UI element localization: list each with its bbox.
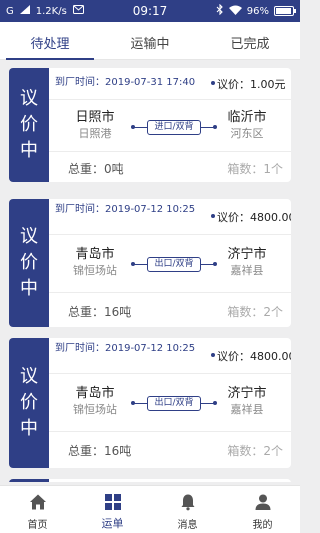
origin: 青岛市 锦恒场站 bbox=[55, 386, 135, 417]
user-icon bbox=[255, 494, 270, 510]
order-card[interactable]: 议价中 到厂时间：2019-07-12 10:25 议价：4800.00元 青岛… bbox=[9, 199, 291, 327]
tab-in-transit[interactable]: 运输中 bbox=[100, 22, 200, 59]
status-right: 96% bbox=[216, 3, 296, 18]
order-status: 议价中 bbox=[9, 338, 49, 468]
order-footer: 总重：16吨 箱数：2个 bbox=[49, 432, 291, 468]
order-footer: 总重：0吨 箱数：1个 bbox=[49, 152, 291, 182]
nav-profile[interactable]: 我的 bbox=[225, 486, 300, 533]
bottom-nav: 首页 运单 消息 我的 bbox=[0, 485, 300, 533]
home-icon bbox=[29, 494, 46, 510]
order-route: 日照市 日照港 进口/双背 临沂市 河东区 bbox=[49, 100, 291, 152]
order-card-partial[interactable] bbox=[9, 479, 291, 482]
order-tabs: 待处理 运输中 已完成 bbox=[0, 22, 300, 60]
bluetooth-icon bbox=[216, 3, 224, 18]
route-line bbox=[133, 264, 147, 265]
arrival-time: 到厂时间：2019-07-12 10:25 bbox=[55, 343, 196, 354]
quoted-price: 议价：1.00元 bbox=[217, 78, 286, 91]
nav-waybill-label: 运单 bbox=[101, 517, 124, 530]
order-status bbox=[9, 479, 49, 482]
order-card[interactable]: 议价中 到厂时间：2019-07-12 10:25 议价：4800.00元 青岛… bbox=[9, 338, 291, 468]
origin-place: 锦恒场站 bbox=[73, 403, 117, 416]
price-dot bbox=[211, 81, 215, 85]
destination-city: 济宁市 bbox=[227, 386, 267, 401]
destination-place: 河东区 bbox=[230, 127, 264, 140]
origin-city: 青岛市 bbox=[75, 247, 115, 262]
order-list: 议价中 到厂时间：2019-07-31 17:40 议价：1.00元 日照市 日… bbox=[0, 60, 300, 482]
destination: 济宁市 嘉祥县 bbox=[207, 386, 287, 417]
tab-completed[interactable]: 已完成 bbox=[200, 22, 300, 59]
nav-home-label: 首页 bbox=[27, 520, 48, 531]
order-route: 青岛市 锦恒场站 出口/双背 济宁市 嘉祥县 bbox=[49, 374, 291, 432]
order-body: 到厂时间：2019-07-31 17:40 议价：1.00元 日照市 日照港 进… bbox=[49, 68, 291, 182]
total-weight: 总重：16吨 bbox=[68, 305, 132, 319]
origin-place: 日照港 bbox=[78, 127, 112, 140]
nav-home[interactable]: 首页 bbox=[0, 486, 75, 533]
destination: 临沂市 河东区 bbox=[207, 110, 287, 141]
route-line bbox=[133, 403, 147, 404]
status-bar: G 1.2K/s 09:17 96% bbox=[0, 0, 300, 22]
destination-place: 嘉祥县 bbox=[230, 264, 264, 277]
battery-percent: 96% bbox=[246, 5, 269, 17]
price-dot bbox=[211, 353, 215, 357]
origin-place: 锦恒场站 bbox=[73, 264, 117, 277]
origin-city: 青岛市 bbox=[75, 386, 115, 401]
container-count: 箱数：2个 bbox=[227, 444, 283, 458]
total-weight: 总重：16吨 bbox=[68, 444, 132, 458]
order-card[interactable]: 议价中 到厂时间：2019-07-31 17:40 议价：1.00元 日照市 日… bbox=[9, 68, 291, 182]
grid-icon bbox=[104, 494, 121, 510]
battery-fill bbox=[276, 8, 291, 14]
tab-pending[interactable]: 待处理 bbox=[0, 22, 100, 60]
nav-waybill[interactable]: 运单 bbox=[75, 486, 150, 533]
nav-profile-label: 我的 bbox=[252, 520, 273, 531]
destination-place: 嘉祥县 bbox=[230, 403, 264, 416]
origin: 青岛市 锦恒场站 bbox=[55, 247, 135, 278]
trade-type-badge: 出口/双背 bbox=[147, 257, 201, 272]
order-header: 到厂时间：2019-07-12 10:25 议价：4800.00元 bbox=[49, 199, 291, 235]
nav-messages-label: 消息 bbox=[177, 520, 198, 531]
order-status: 议价中 bbox=[9, 199, 49, 327]
origin: 日照市 日照港 bbox=[55, 110, 135, 141]
quoted-price: 议价：4800.00元 bbox=[217, 211, 291, 224]
quoted-price: 议价：4800.00元 bbox=[217, 350, 291, 363]
container-count: 箱数：2个 bbox=[227, 305, 283, 319]
nav-messages[interactable]: 消息 bbox=[150, 486, 225, 533]
destination-city: 济宁市 bbox=[227, 247, 267, 262]
trade-type-badge: 进口/双背 bbox=[147, 120, 201, 135]
arrival-time: 到厂时间：2019-07-31 17:40 bbox=[55, 77, 196, 88]
destination: 济宁市 嘉祥县 bbox=[207, 247, 287, 278]
order-body: 到厂时间：2019-07-12 10:25 议价：4800.00元 青岛市 锦恒… bbox=[49, 199, 291, 327]
trade-type-badge: 出口/双背 bbox=[147, 396, 201, 411]
order-header: 到厂时间：2019-07-31 17:40 议价：1.00元 bbox=[49, 68, 291, 100]
arrival-time: 到厂时间：2019-07-12 10:25 bbox=[55, 204, 196, 215]
route-line bbox=[133, 127, 147, 128]
total-weight: 总重：0吨 bbox=[68, 162, 124, 176]
order-route: 青岛市 锦恒场站 出口/双背 济宁市 嘉祥县 bbox=[49, 235, 291, 293]
battery-icon bbox=[274, 6, 296, 16]
wifi-icon bbox=[228, 5, 242, 18]
order-body: 到厂时间：2019-07-12 10:25 议价：4800.00元 青岛市 锦恒… bbox=[49, 338, 291, 468]
price-dot bbox=[211, 214, 215, 218]
order-header: 到厂时间：2019-07-12 10:25 议价：4800.00元 bbox=[49, 338, 291, 374]
destination-city: 临沂市 bbox=[227, 110, 267, 125]
order-footer: 总重：16吨 箱数：2个 bbox=[49, 293, 291, 327]
bell-icon bbox=[181, 494, 194, 511]
origin-city: 日照市 bbox=[75, 110, 115, 125]
container-count: 箱数：1个 bbox=[227, 162, 283, 176]
order-status: 议价中 bbox=[9, 68, 49, 182]
